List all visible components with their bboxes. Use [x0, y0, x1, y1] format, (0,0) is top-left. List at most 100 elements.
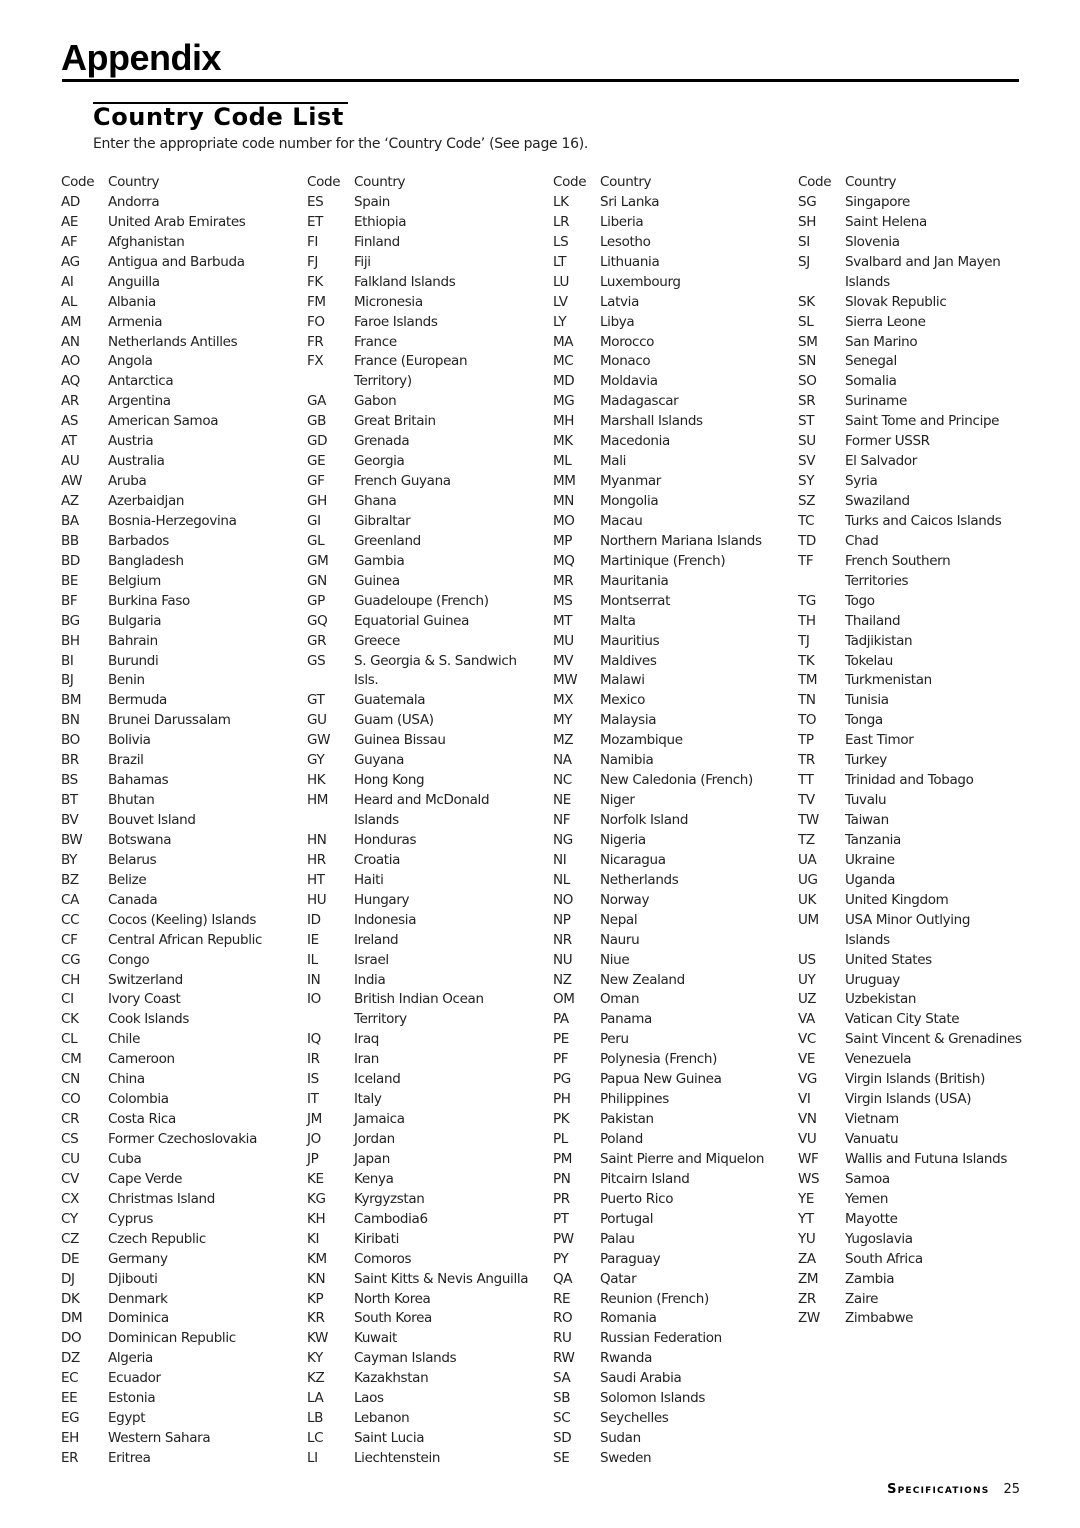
country-code: IR	[307, 1051, 320, 1068]
country-code-row: DZ Algeria	[61, 1349, 301, 1369]
country-code-row: US United States	[798, 951, 1038, 971]
country-name: Japan	[354, 1150, 390, 1167]
country-code: SR	[798, 393, 816, 410]
country-name: Solomon Islands	[600, 1390, 706, 1407]
country-code-row: MX Mexico	[553, 691, 793, 711]
country-code: BM	[61, 692, 82, 709]
country-code-row: FK Falkland Islands	[307, 273, 547, 293]
country-code: DZ	[61, 1350, 80, 1367]
country-name: Austria	[108, 433, 154, 450]
country-code-row: OM Oman	[553, 990, 793, 1010]
code-column-3: Code Country LK Sri Lanka LR Liberia LS Lesotho…	[553, 173, 793, 1469]
country-code-row: BR Brazil	[61, 751, 301, 771]
country-code-row: HK Hong Kong	[307, 771, 547, 791]
country-name: Comoros	[354, 1250, 412, 1267]
country-name: Egypt	[108, 1410, 146, 1427]
country-code-row: LV Latvia	[553, 293, 793, 313]
country-code: IQ	[307, 1031, 321, 1048]
country-code: EH	[61, 1430, 79, 1447]
country-code: GD	[307, 433, 328, 450]
country-code: SD	[553, 1430, 572, 1447]
country-code: VE	[798, 1051, 816, 1068]
country-code-row: PG Papua New Guinea	[553, 1070, 793, 1090]
country-code: BN	[61, 712, 80, 729]
country-code: MG	[553, 393, 575, 410]
country-code: KP	[307, 1290, 324, 1307]
country-name: Ecuador	[108, 1370, 161, 1387]
country-code-row: TD Chad	[798, 532, 1038, 552]
country-code: MA	[553, 333, 574, 350]
country-code-row: CC Cocos (Keeling) Islands	[61, 911, 301, 931]
country-name: French Guyana	[354, 473, 451, 490]
country-name: Vatican City State	[845, 1011, 960, 1028]
country-code: UK	[798, 891, 817, 908]
country-code-row: WS Samoa	[798, 1170, 1038, 1190]
footer-section-name: Specifications	[887, 1482, 990, 1497]
country-name: Malawi	[600, 672, 645, 689]
country-name: Trinidad and Tobago	[845, 772, 974, 789]
country-code-row: KG Kyrgyzstan	[307, 1190, 547, 1210]
country-name: Kenya	[354, 1170, 394, 1187]
country-code: SM	[798, 333, 818, 350]
country-code-row-continuation: Territories	[798, 572, 1038, 592]
country-name: China	[108, 1071, 145, 1088]
country-code: PM	[553, 1150, 573, 1167]
country-name: Barbados	[108, 532, 169, 549]
country-code: TW	[798, 812, 819, 828]
country-code: NL	[553, 871, 570, 888]
country-code-row: MM Myanmar	[553, 472, 793, 492]
country-code-row: SL Sierra Leone	[798, 313, 1038, 333]
country-name: Singapore	[845, 193, 910, 210]
country-name: New Caledonia (French)	[600, 772, 753, 789]
country-code-row: PL Poland	[553, 1130, 793, 1150]
country-code: GL	[307, 532, 325, 549]
country-name: Eritrea	[108, 1450, 151, 1466]
country-code: EC	[61, 1370, 79, 1387]
country-code: PT	[553, 1210, 569, 1227]
country-name: Tanzania	[845, 831, 901, 848]
country-code-row: JM Jamaica	[307, 1110, 547, 1130]
country-name: Chile	[108, 1031, 141, 1048]
country-code-row: MH Marshall Islands	[553, 412, 793, 432]
country-code-row: HT Haiti	[307, 871, 547, 891]
country-code-row: SC Seychelles	[553, 1409, 793, 1429]
country-name: Nicaragua	[600, 851, 666, 868]
country-name: Palau	[600, 1230, 635, 1247]
country-code: GI	[307, 512, 321, 529]
country-code: BV	[61, 812, 79, 828]
country-code-row: NG Nigeria	[553, 831, 793, 851]
country-code-row: MA Morocco	[553, 333, 793, 353]
country-code-row: BF Burkina Faso	[61, 592, 301, 612]
country-code: CA	[61, 891, 79, 908]
country-code: NO	[553, 891, 574, 908]
country-name: Yemen	[845, 1190, 889, 1207]
country-code: AR	[61, 393, 79, 410]
country-name: Cuba	[108, 1150, 142, 1167]
country-name: Peru	[600, 1031, 629, 1048]
country-name: Yugoslavia	[845, 1230, 913, 1247]
country-name: Suriname	[845, 393, 907, 410]
country-name: Tonga	[845, 712, 883, 729]
country-name: Armenia	[108, 313, 163, 330]
country-code-row: CL Chile	[61, 1030, 301, 1050]
country-code-row: GY Guyana	[307, 751, 547, 771]
country-name: Greenland	[354, 532, 421, 549]
country-code-row: DM Dominica	[61, 1309, 301, 1329]
country-name: Mexico	[600, 692, 646, 709]
country-code: TF	[798, 552, 814, 569]
column-header: Code Country	[553, 173, 793, 193]
country-code: JM	[307, 1111, 322, 1128]
country-code-row: IN India	[307, 971, 547, 991]
code-spacer	[307, 671, 354, 691]
country-code-row: LA Laos	[307, 1389, 547, 1409]
country-name-continued: Territory	[354, 1011, 407, 1028]
country-code-row: IE Ireland	[307, 931, 547, 951]
country-code: FO	[307, 313, 325, 330]
page-number: 25	[1003, 1482, 1020, 1497]
country-code-row: GT Guatemala	[307, 691, 547, 711]
country-code: BG	[61, 612, 80, 629]
country-name: Poland	[600, 1131, 643, 1147]
country-name: Cameroon	[108, 1051, 175, 1068]
country-code-row: SO Somalia	[798, 372, 1038, 392]
country-name: Latvia	[600, 293, 639, 310]
